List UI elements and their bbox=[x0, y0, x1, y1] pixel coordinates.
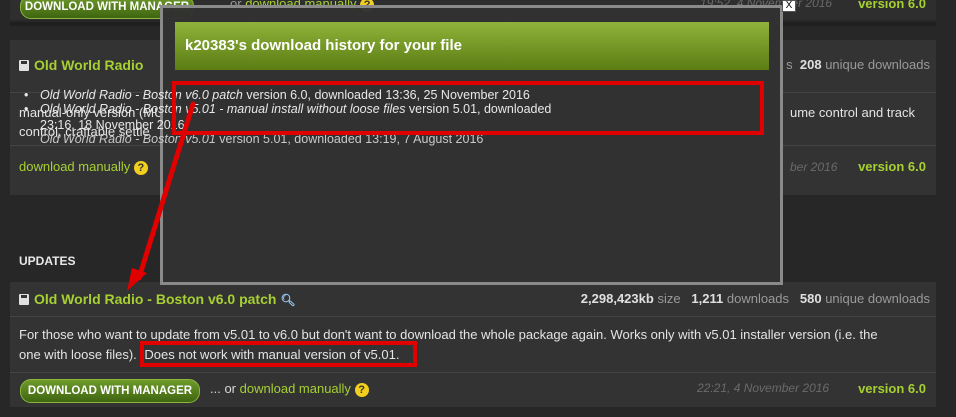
red-arrow-annotation bbox=[127, 101, 196, 291]
